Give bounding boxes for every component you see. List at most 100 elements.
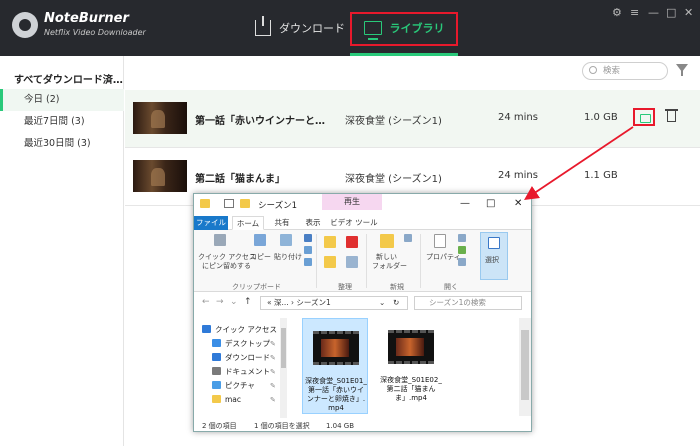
context-tab-play[interactable]: 再生 xyxy=(322,194,382,210)
group-open: 開く xyxy=(444,283,458,291)
duration: 24 mins xyxy=(498,170,538,181)
tab-view[interactable]: 表示 xyxy=(300,216,326,230)
select-button[interactable]: 選択 xyxy=(480,232,508,280)
file-explorer-window: シーズン1 再生 — □ ✕ ファイル ホーム 共有 表示 ビデオ ツール クイ… xyxy=(193,193,532,432)
sidebar-header[interactable]: すべてダウンロード済… xyxy=(14,71,123,86)
folder-icon xyxy=(200,199,210,208)
active-tab-underline xyxy=(350,53,458,56)
address-box[interactable]: « 深... › シーズン1 ⌄ ↻ xyxy=(260,296,408,310)
nav-item-documents[interactable]: ドキュメント xyxy=(212,366,270,378)
ribbon-separator xyxy=(316,234,317,288)
navigation-pane: クイック アクセス デスクトップ ダウンロード ドキュメント ピクチャ mac … xyxy=(194,318,286,418)
edit-icon[interactable] xyxy=(458,246,466,254)
monitor-icon xyxy=(363,21,382,40)
file-item-episode-1[interactable]: 深夜食堂_S01E01_第一話「赤いウインナーと卵焼き」.mp4 xyxy=(302,318,368,414)
delete-icon[interactable] xyxy=(346,236,358,248)
pin-icon[interactable]: ✎ xyxy=(270,354,276,362)
tab-home[interactable]: ホーム xyxy=(232,216,264,230)
cut-icon[interactable] xyxy=(304,234,312,242)
nav-label: クイック アクセス xyxy=(215,325,278,334)
star-icon xyxy=(202,325,211,333)
download-icon xyxy=(255,16,271,36)
tab-library[interactable]: ライブラリ xyxy=(350,0,458,56)
top-bar: NoteBurner Netflix Video Downloader ダウンロ… xyxy=(0,0,700,56)
nav-item-quick-access[interactable]: クイック アクセス xyxy=(202,324,277,336)
pin-icon[interactable]: ✎ xyxy=(270,340,276,348)
tab-file[interactable]: ファイル xyxy=(194,216,228,230)
move-to-icon[interactable] xyxy=(324,236,336,248)
paste-icon xyxy=(280,234,292,246)
duration: 24 mins xyxy=(498,112,538,123)
properties-button[interactable]: プロパティ xyxy=(426,252,461,262)
paste-shortcut-icon[interactable] xyxy=(304,258,312,266)
tab-download[interactable]: ダウンロード xyxy=(255,0,345,56)
sidebar-item-last-7-days[interactable]: 最近7日間 (3) xyxy=(0,111,124,133)
pin-icon[interactable]: ✎ xyxy=(270,382,276,390)
nav-label: mac xyxy=(225,395,242,404)
tab-video-tools[interactable]: ビデオ ツール xyxy=(328,216,380,230)
menu-icon[interactable]: ≡ xyxy=(630,6,639,19)
episode-title: 第一話「赤いウインナーと… xyxy=(195,116,325,127)
content-scrollbar[interactable] xyxy=(519,318,531,416)
navigation-scrollbar[interactable] xyxy=(280,318,287,418)
copy-icon xyxy=(254,234,266,246)
pin-icon[interactable]: ✎ xyxy=(270,368,276,376)
pin-quick-access-label-2[interactable]: にピン留めする xyxy=(202,261,251,271)
video-thumbnail xyxy=(133,102,187,134)
properties-icon[interactable] xyxy=(224,199,234,208)
explorer-close-button[interactable]: ✕ xyxy=(514,198,522,209)
close-button[interactable]: ✕ xyxy=(684,6,693,19)
select-grid-icon xyxy=(488,237,500,249)
copy-path-icon[interactable] xyxy=(304,246,312,254)
paste-button[interactable]: 貼り付け xyxy=(274,252,302,262)
tab-share[interactable]: 共有 xyxy=(268,216,296,230)
refresh-icon[interactable]: ↻ xyxy=(393,297,399,309)
new-folder-icon[interactable] xyxy=(240,199,250,208)
nav-label: デスクトップ xyxy=(225,339,270,348)
file-item-episode-2[interactable]: 深夜食堂_S01E02_第二話「猫まんま」.mp4 xyxy=(378,318,444,414)
breadcrumb-overflow[interactable]: « xyxy=(267,298,272,307)
new-item-icon[interactable] xyxy=(404,234,412,242)
new-folder-button-2[interactable]: フォルダー xyxy=(372,261,407,271)
filter-icon[interactable] xyxy=(676,64,688,76)
table-row[interactable]: 第一話「赤いウインナーと… 深夜食堂 (シーズン1) 24 mins 1.0 G… xyxy=(125,90,700,148)
selected-size: 1.04 GB xyxy=(326,422,355,430)
video-thumbnail xyxy=(133,160,187,192)
copy-button[interactable]: コピー xyxy=(250,252,271,262)
settings-icon[interactable]: ⚙ xyxy=(612,6,622,19)
explorer-maximize-button[interactable]: □ xyxy=(486,198,495,209)
file-size: 1.0 GB xyxy=(584,112,618,123)
sidebar-item-last-30-days[interactable]: 最近30日間 (3) xyxy=(0,133,124,155)
breadcrumb-parent[interactable]: 深... xyxy=(274,298,289,307)
minimize-button[interactable]: — xyxy=(648,6,659,19)
breadcrumb-current[interactable]: シーズン1 xyxy=(296,298,330,307)
download-arrow-icon xyxy=(212,353,221,361)
trash-icon[interactable] xyxy=(665,109,678,122)
back-arrow-icon[interactable]: ← xyxy=(202,297,210,307)
explorer-search-input[interactable]: シーズン1の検索 xyxy=(414,296,522,310)
series-name: 深夜食堂 (シーズン1) xyxy=(345,174,442,185)
sidebar-item-today[interactable]: 今日 (2) xyxy=(0,89,124,111)
history-icon[interactable] xyxy=(458,258,466,266)
maximize-button[interactable]: □ xyxy=(666,6,676,19)
explorer-minimize-button[interactable]: — xyxy=(460,198,470,209)
address-dropdown-icon[interactable]: ⌄ xyxy=(379,297,385,309)
rename-icon[interactable] xyxy=(346,256,358,268)
episode-title: 第二話「猫まんま」 xyxy=(195,174,285,185)
ribbon: クイック アクセス にピン留めする コピー 貼り付け クリップボード 整理 新し… xyxy=(194,230,531,292)
open-folder-button[interactable] xyxy=(633,108,655,126)
nav-item-downloads[interactable]: ダウンロード xyxy=(212,352,270,364)
desktop-icon xyxy=(212,339,221,347)
nav-item-pictures[interactable]: ピクチャ xyxy=(212,380,255,392)
nav-item-desktop[interactable]: デスクトップ xyxy=(212,338,270,350)
open-icon[interactable] xyxy=(458,234,466,242)
explorer-titlebar: シーズン1 再生 — □ ✕ xyxy=(194,194,531,216)
recent-dropdown-icon[interactable]: ⌄ xyxy=(230,297,238,307)
up-arrow-icon[interactable]: ↑ xyxy=(244,297,252,307)
pin-icon xyxy=(214,234,226,246)
pin-icon[interactable]: ✎ xyxy=(270,396,276,404)
nav-item-mac[interactable]: mac xyxy=(212,394,241,406)
copy-to-icon[interactable] xyxy=(324,256,336,268)
search-input[interactable]: 検索 xyxy=(582,62,668,80)
forward-arrow-icon[interactable]: → xyxy=(216,297,224,307)
